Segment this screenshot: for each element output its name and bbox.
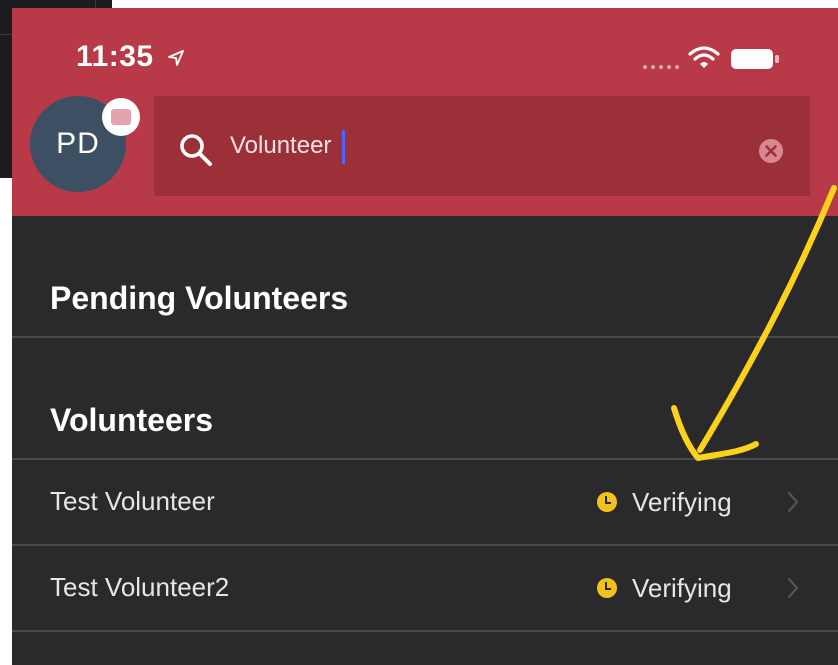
chevron-right-icon [787, 491, 799, 513]
screenshot-stage: 11:35 PD Volunteer Pending Volunteers Vo… [0, 0, 838, 665]
status-time: 11:35 [76, 40, 154, 73]
text-caret [342, 130, 345, 164]
chevron-right-icon [787, 577, 799, 599]
volunteer-name: Test Volunteer [50, 486, 215, 516]
battery-icon [731, 49, 779, 69]
location-arrow-icon [168, 50, 184, 66]
volunteer-row[interactable]: Test Volunteer Verifying [12, 460, 838, 546]
row-divider [12, 630, 838, 632]
volunteer-status: Verifying [596, 568, 732, 608]
section-title-volunteers: Volunteers [50, 402, 213, 438]
search-input[interactable] [230, 124, 730, 168]
clock-icon [597, 578, 617, 598]
clear-icon[interactable] [758, 138, 784, 164]
avatar-notification-badge [102, 98, 140, 136]
status-text: Verifying [632, 572, 732, 603]
volunteer-row[interactable]: Test Volunteer2 Verifying [12, 546, 838, 632]
signal-dots-icon [643, 65, 679, 69]
annotation-arrow-icon [671, 185, 837, 461]
wifi-icon [688, 46, 720, 68]
volunteer-status: Verifying [596, 482, 732, 522]
search-icon [180, 134, 212, 166]
badge-inner [111, 109, 131, 125]
volunteer-name: Test Volunteer2 [50, 572, 230, 602]
section-title-pending-volunteers: Pending Volunteers [50, 280, 349, 316]
clock-icon [597, 492, 617, 512]
status-text: Verifying [632, 486, 732, 517]
